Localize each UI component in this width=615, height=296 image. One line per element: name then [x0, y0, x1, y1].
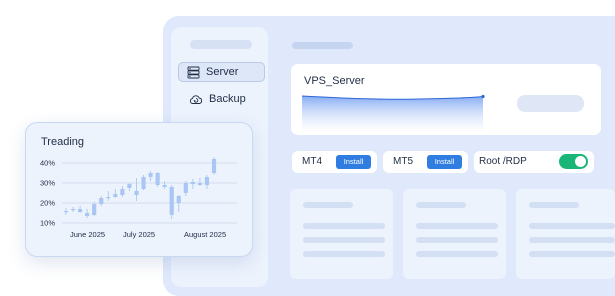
placeholder-line [529, 251, 615, 257]
candle-body [141, 177, 146, 189]
candle-body [155, 173, 160, 185]
candle [106, 191, 111, 201]
candle-body [190, 182, 195, 184]
candle-body [148, 173, 153, 177]
placeholder-line [529, 202, 579, 208]
candle [148, 171, 153, 181]
root-rdp-toggle[interactable] [559, 154, 588, 169]
placeholder-line [303, 223, 385, 229]
mt4-install-button[interactable]: Install [336, 155, 371, 169]
candle [127, 183, 132, 191]
candle-body [197, 183, 203, 185]
candle [155, 172, 160, 187]
candle-body [134, 191, 139, 195]
mt4-label: MT4 [302, 156, 322, 167]
candle [190, 179, 195, 189]
candle-body [162, 185, 167, 187]
candle [134, 178, 139, 201]
backup-icon [189, 93, 203, 106]
sidebar-item-backup[interactable]: Backup [180, 90, 265, 108]
candle-body [183, 183, 188, 193]
candle [211, 157, 217, 175]
y-tick-label: 40% [40, 159, 55, 168]
candle [183, 181, 188, 196]
candle [120, 186, 125, 197]
placeholder-card [516, 189, 615, 279]
vps-usage-sparkline [301, 94, 485, 133]
candle-body [120, 189, 125, 195]
candle-body [106, 197, 111, 199]
candle-body [211, 159, 217, 173]
candle-body [176, 196, 181, 203]
candle [85, 209, 90, 218]
candle [77, 206, 83, 213]
candle [70, 207, 76, 212]
candle [99, 196, 104, 206]
server-icon [187, 66, 200, 79]
candle [141, 175, 146, 190]
candle [176, 195, 181, 212]
candle [162, 181, 167, 189]
sidebar-item-label: Backup [209, 93, 246, 105]
candle [92, 202, 97, 216]
candle-body [85, 213, 90, 216]
sidebar-header-placeholder [190, 40, 252, 49]
placeholder-card [403, 189, 506, 279]
candle-body [127, 184, 132, 188]
vps-action-placeholder [517, 95, 584, 112]
candle-body [204, 177, 210, 185]
candlestick-chart: 40% 30% 20% 10% June 2025 July 2025 August 202… [40, 157, 237, 239]
candle-body [169, 187, 174, 215]
x-tick-label: June 2025 [70, 230, 105, 239]
candle-body [70, 209, 76, 211]
candle-body [63, 211, 69, 213]
candle [113, 189, 118, 198]
placeholder-line [303, 251, 385, 257]
placeholder-line [416, 237, 498, 243]
placeholder-line [416, 202, 466, 208]
placeholder-line [303, 202, 353, 208]
mt5-card: MT5 Install [383, 151, 468, 173]
placeholder-line [303, 237, 385, 243]
candle-body [92, 204, 97, 215]
sidebar-item-label: Server [206, 66, 239, 78]
mt5-install-button[interactable]: Install [427, 155, 462, 169]
y-tick-label: 30% [40, 179, 55, 188]
placeholder-line [416, 251, 498, 257]
sidebar-item-server[interactable]: Server [178, 62, 265, 82]
y-tick-label: 10% [40, 219, 55, 228]
x-tick-label: August 2025 [184, 230, 226, 239]
root-rdp-label: Root /RDP [479, 156, 527, 167]
candle [204, 175, 210, 189]
candle-body [99, 198, 104, 204]
placeholder-line [529, 237, 615, 243]
candle [169, 185, 174, 219]
candle-body [77, 209, 83, 212]
mt5-label: MT5 [393, 156, 413, 167]
candle [197, 178, 203, 186]
placeholder-line [529, 223, 615, 229]
toggle-knob [575, 156, 586, 167]
candle-body [113, 194, 118, 197]
mt4-card: MT4 Install [292, 151, 377, 173]
vps-server-title: VPS_Server [304, 75, 365, 87]
x-tick-label: July 2025 [123, 230, 155, 239]
y-tick-label: 20% [40, 199, 55, 208]
placeholder-line [416, 223, 498, 229]
header-placeholder [292, 42, 353, 49]
placeholder-card [290, 189, 393, 279]
candle [63, 208, 69, 215]
